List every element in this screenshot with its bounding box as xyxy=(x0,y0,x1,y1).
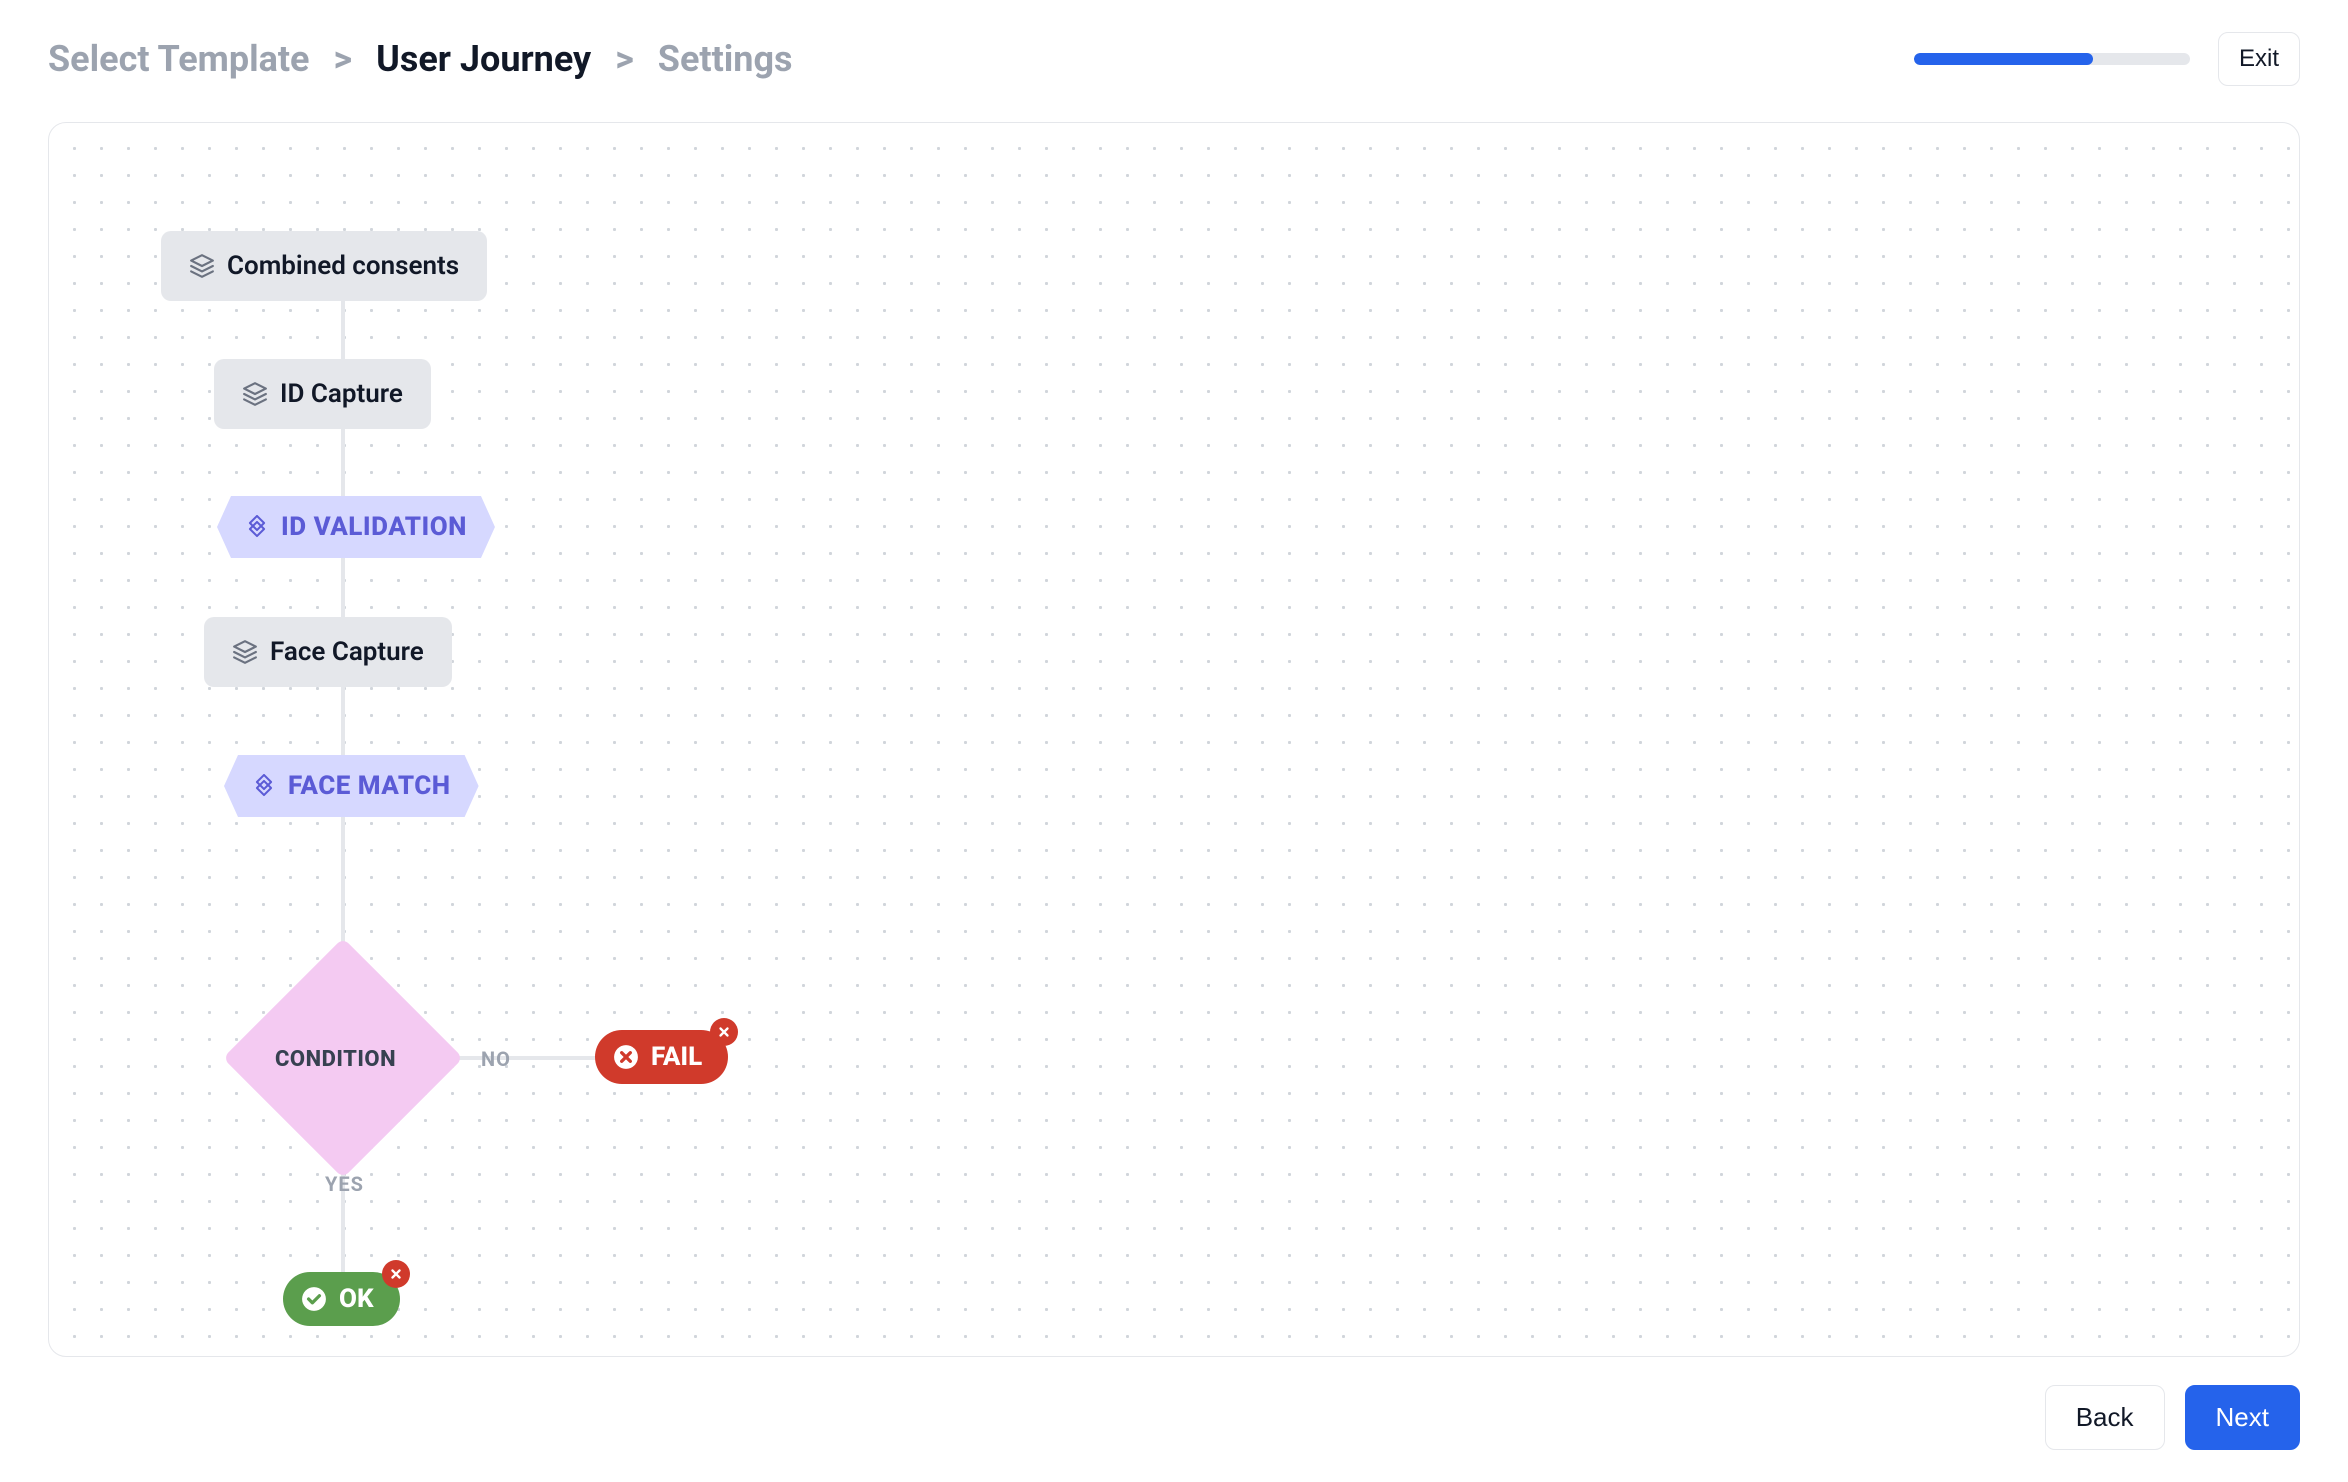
node-label: Face Capture xyxy=(270,637,424,667)
footer: Back Next xyxy=(48,1385,2300,1450)
node-id-validation[interactable]: ID VALIDATION xyxy=(217,496,495,558)
node-face-capture[interactable]: Face Capture xyxy=(204,617,452,687)
node-id-capture[interactable]: ID Capture xyxy=(214,359,431,429)
remove-node-button[interactable] xyxy=(710,1018,738,1046)
layers-icon xyxy=(232,639,258,665)
node-label: FACE MATCH xyxy=(288,771,451,801)
node-label: ID VALIDATION xyxy=(281,512,467,542)
diamond-stack-icon xyxy=(252,774,276,798)
close-icon xyxy=(389,1267,403,1281)
node-combined-consents[interactable]: Combined consents xyxy=(161,231,487,301)
node-label: ID Capture xyxy=(280,379,403,409)
breadcrumb-step-select-template[interactable]: Select Template xyxy=(48,38,310,80)
exit-button[interactable]: Exit xyxy=(2218,32,2300,86)
diamond-stack-icon xyxy=(245,515,269,539)
node-face-match[interactable]: FACE MATCH xyxy=(224,755,479,817)
node-label: OK xyxy=(339,1284,374,1314)
condition-label: CONDITION xyxy=(275,1047,396,1072)
node-ok[interactable]: OK xyxy=(283,1272,400,1326)
progress-fill xyxy=(1914,53,2093,65)
node-label: Combined consents xyxy=(227,251,459,281)
next-button[interactable]: Next xyxy=(2185,1385,2300,1450)
close-icon xyxy=(717,1025,731,1039)
layers-icon xyxy=(189,253,215,279)
breadcrumb-separator: > xyxy=(334,38,353,80)
breadcrumb-separator: > xyxy=(615,38,634,80)
layers-icon xyxy=(242,381,268,407)
progress-bar xyxy=(1914,53,2190,65)
topbar: Select Template > User Journey > Setting… xyxy=(48,32,2300,86)
remove-node-button[interactable] xyxy=(382,1260,410,1288)
node-fail[interactable]: FAIL xyxy=(595,1030,728,1084)
flow-canvas[interactable]: Combined consents ID Capture ID VALIDATI… xyxy=(48,122,2300,1357)
breadcrumb: Select Template > User Journey > Setting… xyxy=(48,38,793,80)
back-button[interactable]: Back xyxy=(2045,1385,2165,1450)
node-label: FAIL xyxy=(651,1042,702,1072)
breadcrumb-step-user-journey[interactable]: User Journey xyxy=(376,38,591,80)
check-circle-icon xyxy=(301,1286,327,1312)
close-circle-icon xyxy=(613,1044,639,1070)
branch-no-label: NO xyxy=(481,1047,511,1071)
breadcrumb-step-settings[interactable]: Settings xyxy=(658,38,793,80)
branch-yes-label: YES xyxy=(325,1172,364,1196)
